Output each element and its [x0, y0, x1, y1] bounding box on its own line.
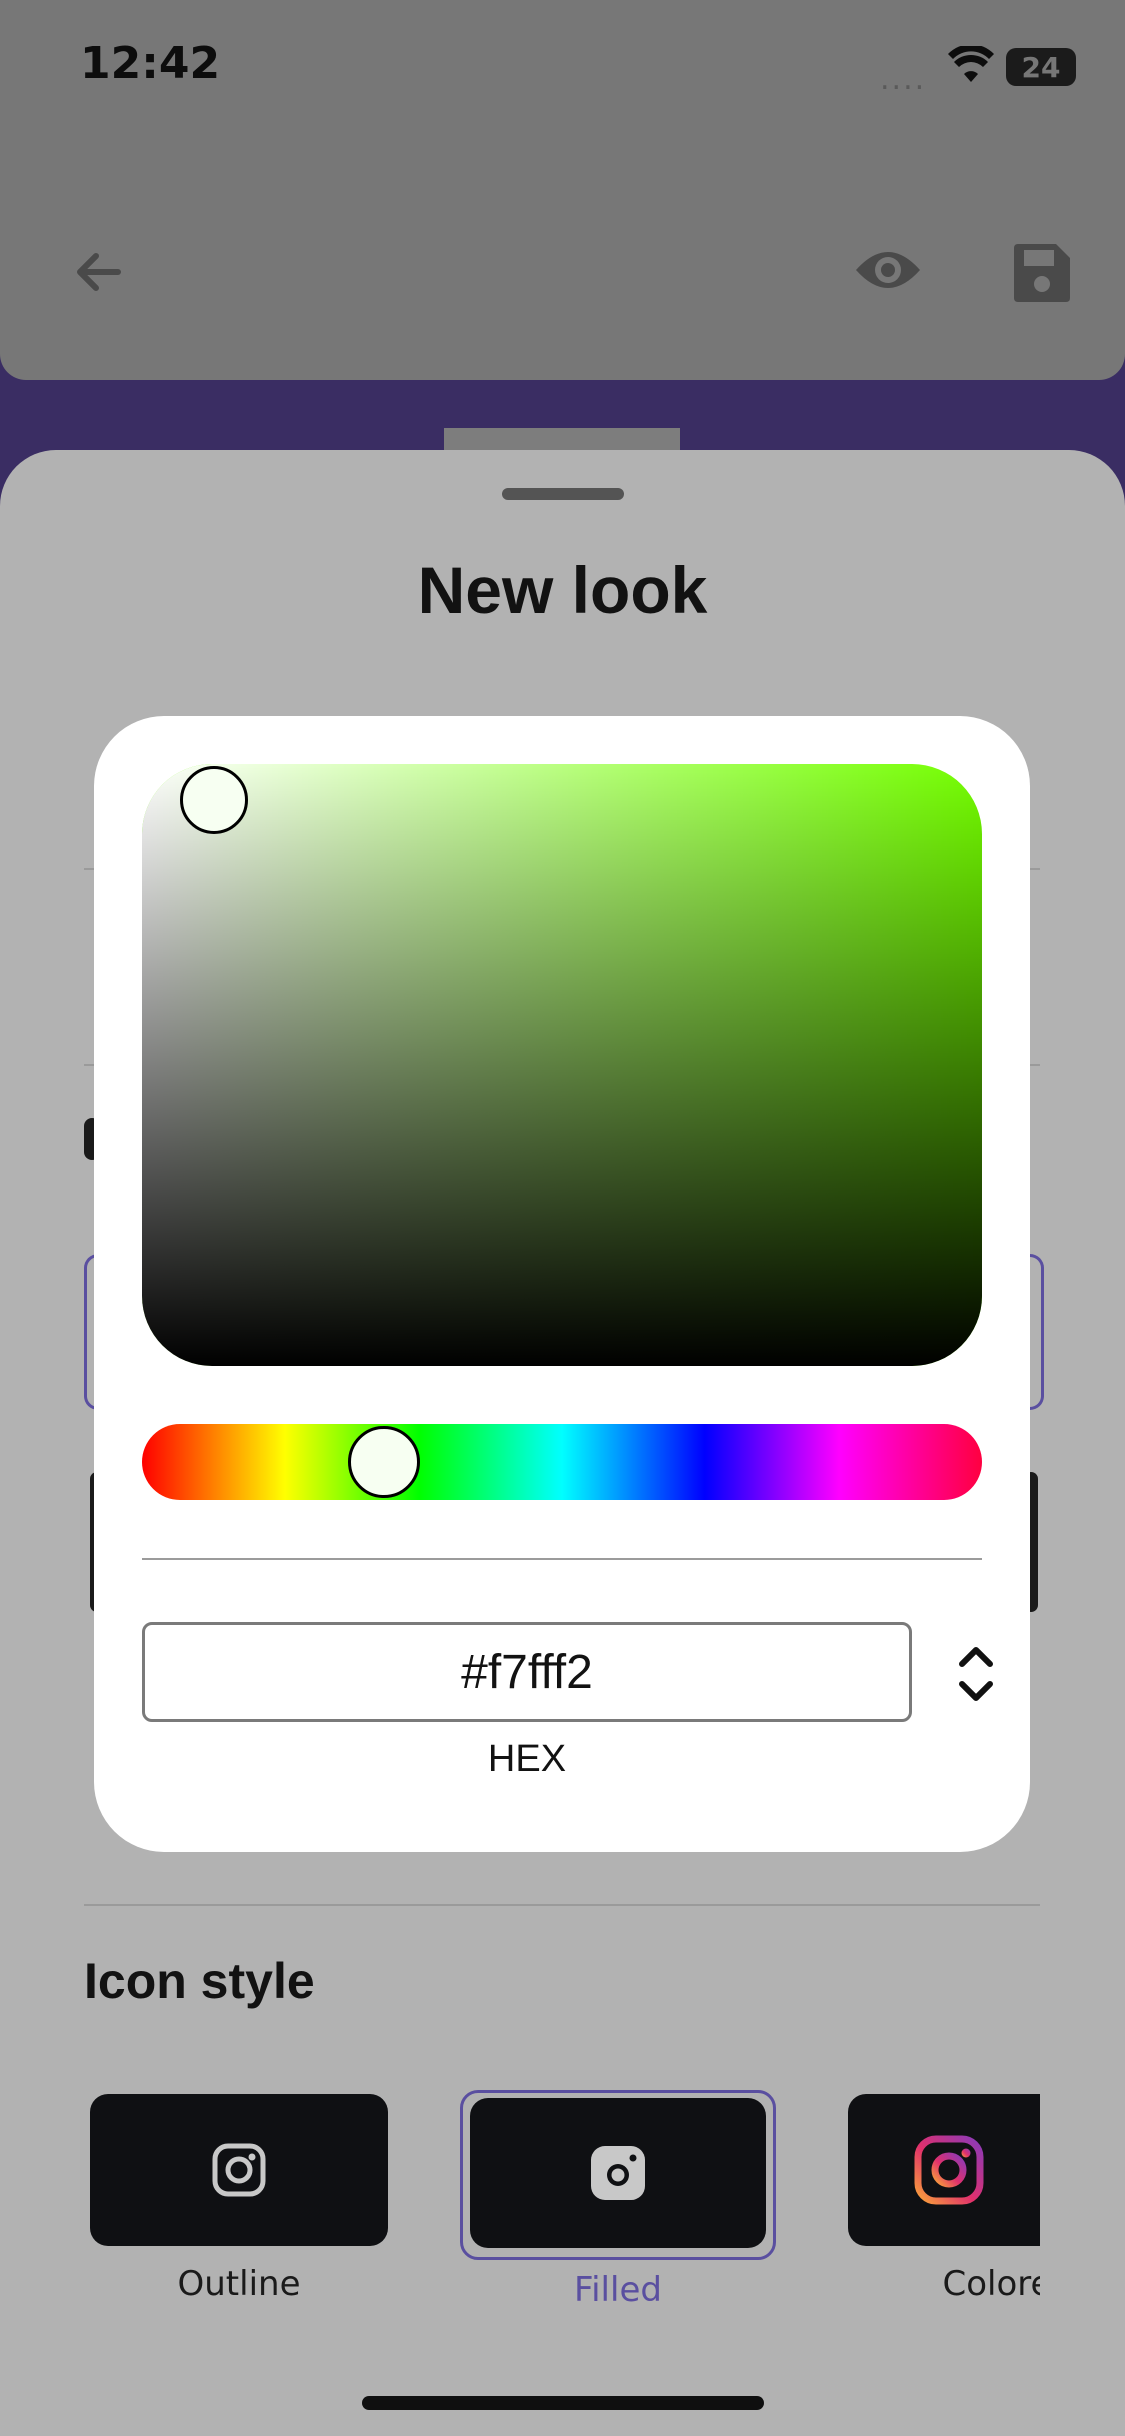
sheet-tab-handle: [444, 428, 680, 452]
sheet-title: New look: [417, 553, 708, 627]
hex-input[interactable]: [142, 1622, 912, 1722]
status-time: 12:42: [80, 38, 221, 89]
sheet-grabber[interactable]: [502, 488, 624, 500]
home-indicator: [362, 2396, 764, 2410]
icon-style-option-colored-clip: [848, 2094, 1040, 2246]
hue-slider[interactable]: [142, 1424, 982, 1500]
icon-style-option-outline[interactable]: [90, 2094, 388, 2246]
divider: [84, 1904, 1040, 1906]
saturation-value-area[interactable]: [142, 764, 982, 1366]
black-gradient: [142, 764, 982, 1366]
instagram-filled-icon: [591, 2146, 645, 2200]
dialog-divider: [142, 1558, 982, 1560]
icon-style-option-filled[interactable]: [470, 2098, 766, 2248]
icon-style-label-colored: Colore: [942, 2264, 1040, 2304]
color-format-label: HEX: [487, 1738, 567, 1780]
chevron-up-down-icon[interactable]: [950, 1640, 1002, 1708]
eye-icon[interactable]: [852, 240, 924, 300]
cellular-signal-indicator: ....: [880, 62, 927, 97]
battery-indicator: 24: [1006, 48, 1076, 86]
icon-style-label-colored-clip: Colore: [848, 2264, 1040, 2304]
saturation-value-thumb[interactable]: [180, 766, 248, 834]
floppy-disk-icon[interactable]: [1010, 242, 1072, 304]
instagram-colored-icon: [914, 2135, 984, 2205]
wifi-icon: [948, 46, 994, 82]
icon-style-label-filled: Filled: [574, 2270, 662, 2310]
icon-style-option-colored[interactable]: [848, 2094, 1040, 2246]
icon-style-heading: Icon style: [84, 1953, 315, 2009]
arrow-left-icon[interactable]: [70, 244, 126, 300]
instagram-outline-icon: [212, 2143, 266, 2197]
hue-slider-thumb[interactable]: [348, 1426, 420, 1498]
icon-style-label-outline: Outline: [177, 2264, 301, 2304]
